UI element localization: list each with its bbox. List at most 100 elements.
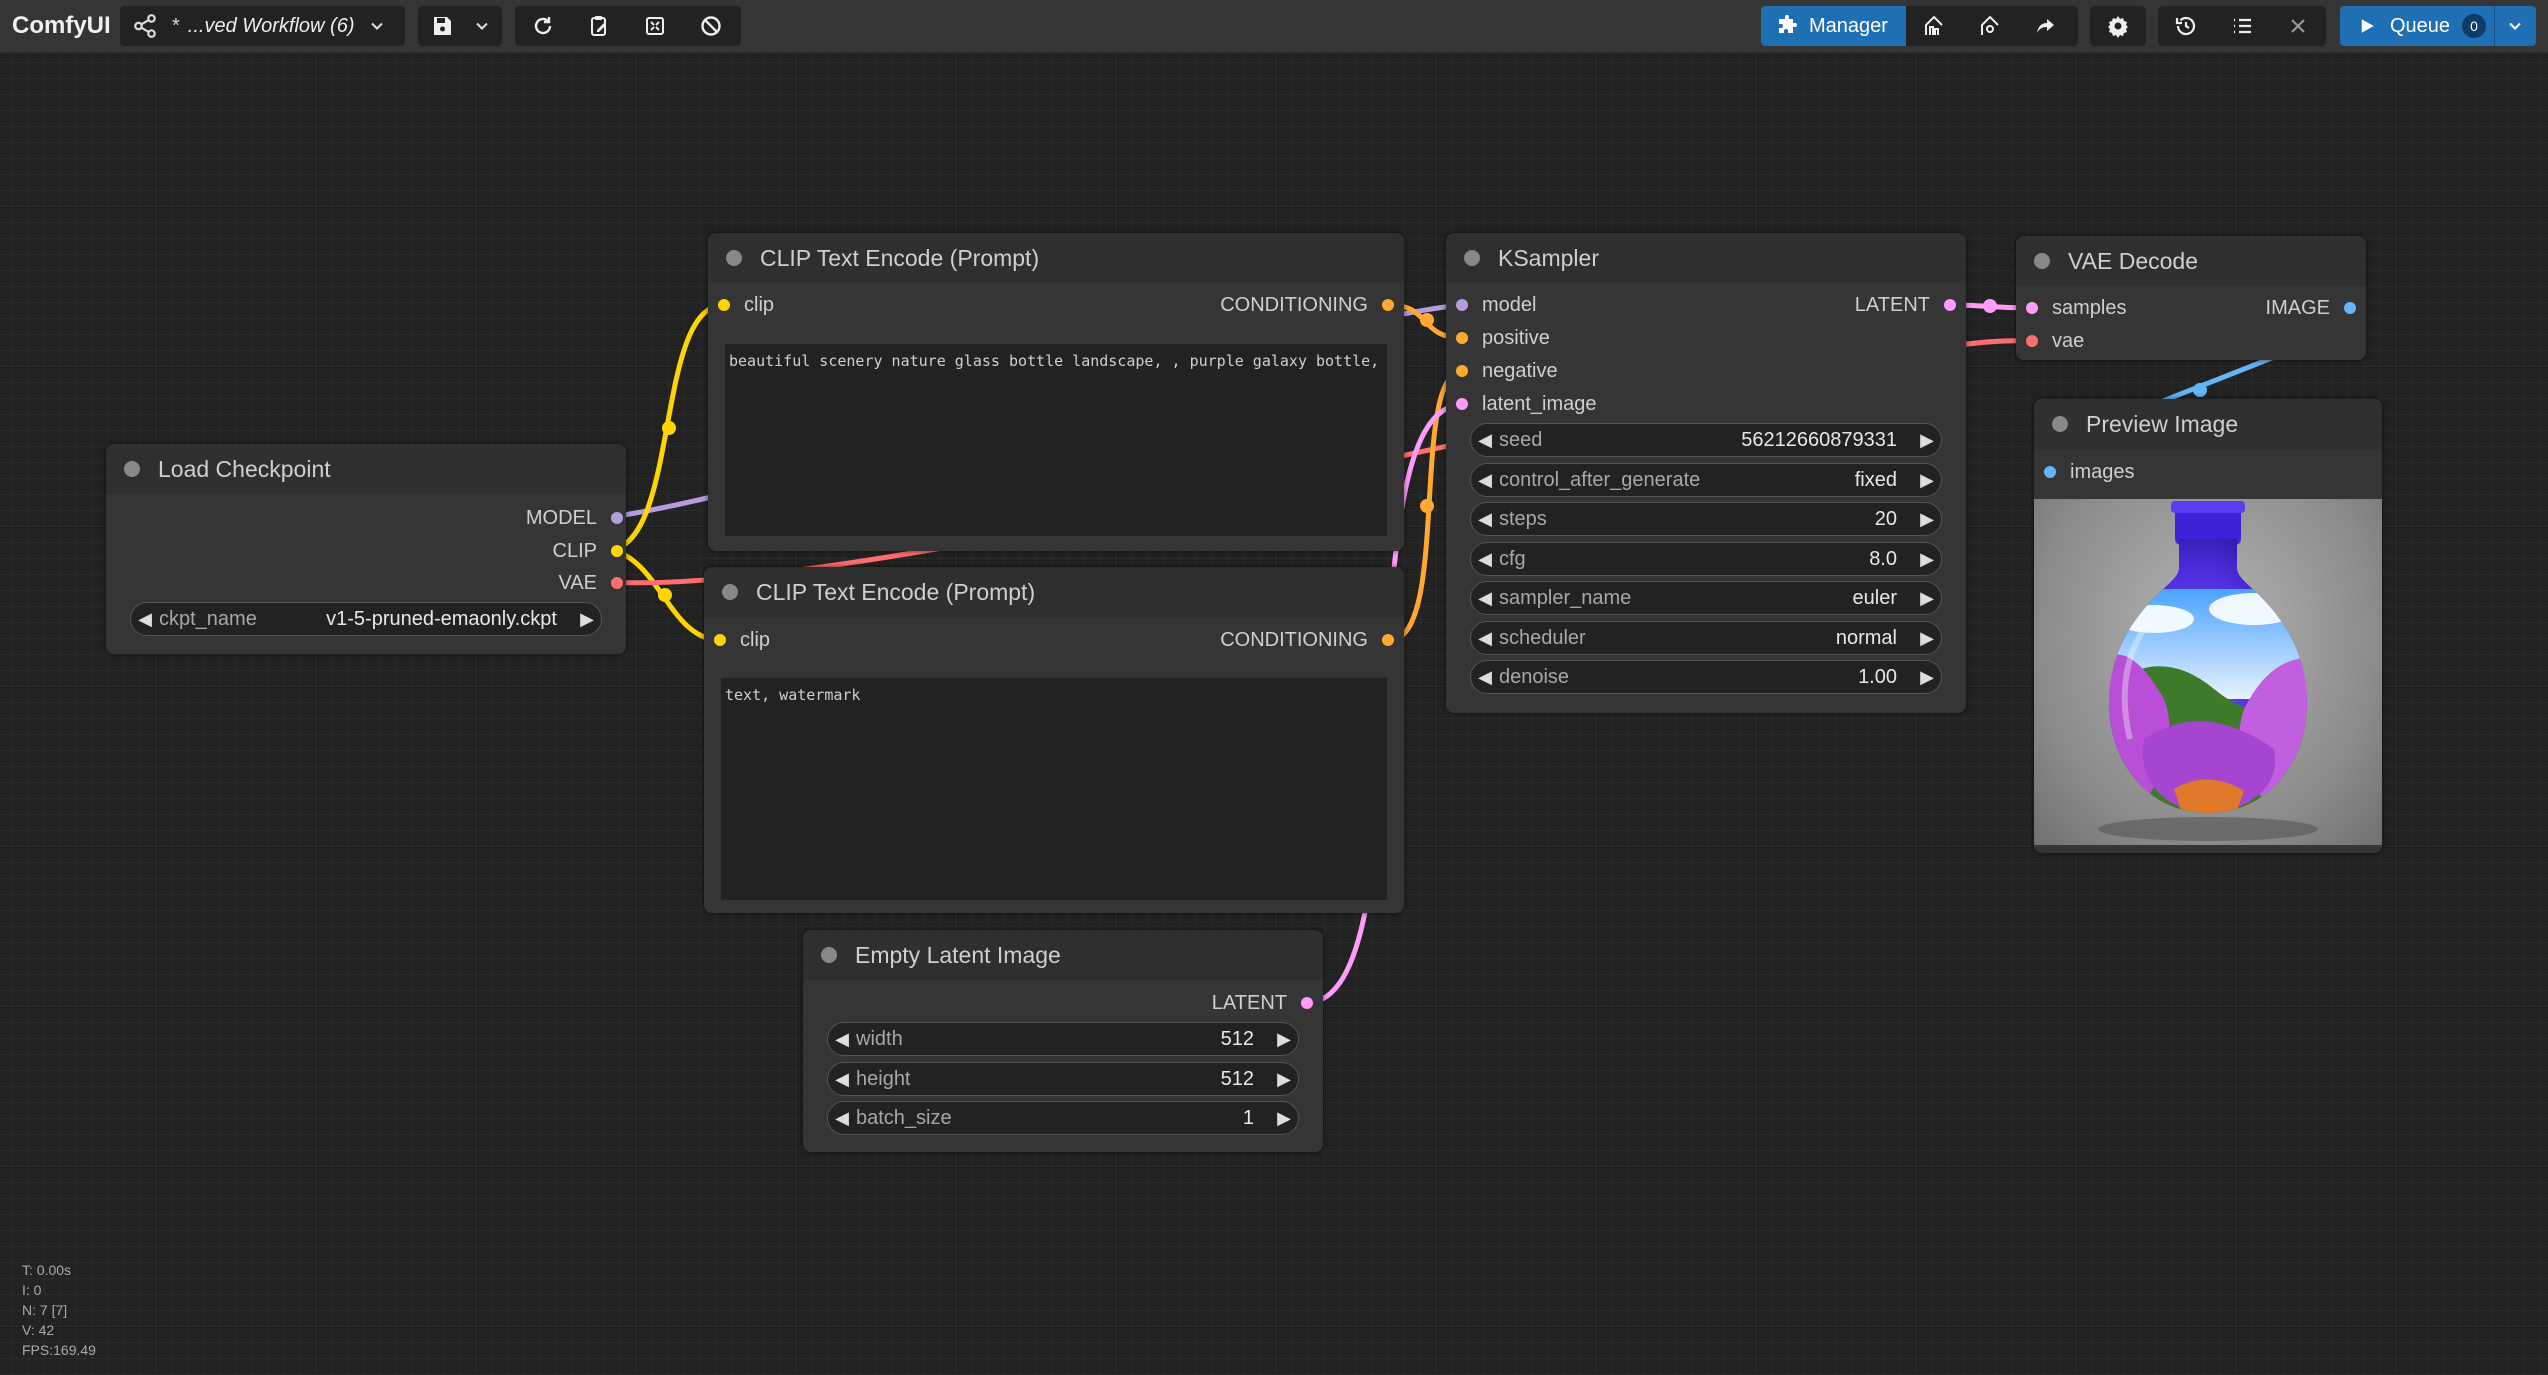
decrement-arrow[interactable]: ◀ bbox=[1471, 430, 1499, 451]
output-image[interactable]: IMAGE bbox=[2266, 295, 2356, 321]
increment-arrow[interactable]: ▶ bbox=[1913, 588, 1941, 609]
fit-view-button[interactable] bbox=[627, 6, 683, 46]
node-clip-text-encode-positive[interactable]: CLIP Text Encode (Prompt) clip CONDITION… bbox=[708, 233, 1404, 551]
output-vae[interactable]: VAE bbox=[426, 570, 626, 596]
output-latent[interactable]: LATENT bbox=[1855, 292, 1956, 318]
queue-options-button[interactable] bbox=[2495, 6, 2535, 46]
collapse-dot[interactable] bbox=[726, 250, 742, 266]
node-title-bar[interactable]: CLIP Text Encode (Prompt) bbox=[708, 233, 1404, 283]
slot-dot[interactable] bbox=[1456, 299, 1468, 311]
node-load-checkpoint[interactable]: Load Checkpoint MODEL CLIP VAE ◀ ckpt_na… bbox=[106, 444, 626, 654]
slot-dot[interactable] bbox=[2344, 302, 2356, 314]
node-title-bar[interactable]: Empty Latent Image bbox=[803, 930, 1323, 980]
history-button[interactable] bbox=[2158, 6, 2214, 46]
output-conditioning[interactable]: CONDITIONING bbox=[1220, 627, 1394, 653]
increment-arrow[interactable]: ▶ bbox=[573, 609, 601, 630]
ckpt-name-widget[interactable]: ◀ ckpt_name v1-5-pruned-emaonly.ckpt ▶ bbox=[130, 602, 602, 636]
input-images[interactable]: images bbox=[2044, 459, 2134, 485]
collapse-dot[interactable] bbox=[722, 584, 738, 600]
collapse-dot[interactable] bbox=[2052, 416, 2068, 432]
scheduler-widget[interactable]: ◀ scheduler normal ▶ bbox=[1470, 621, 1942, 655]
clear-button[interactable] bbox=[683, 6, 739, 46]
prompt-textarea[interactable]: text, watermark bbox=[720, 677, 1388, 901]
increment-arrow[interactable]: ▶ bbox=[1913, 509, 1941, 530]
slot-dot[interactable] bbox=[1456, 398, 1468, 410]
input-latent-image[interactable]: latent_image bbox=[1456, 391, 1597, 417]
slot-dot[interactable] bbox=[1382, 634, 1394, 646]
input-negative[interactable]: negative bbox=[1456, 358, 1558, 384]
slot-dot[interactable] bbox=[2026, 302, 2038, 314]
node-clip-text-encode-negative[interactable]: CLIP Text Encode (Prompt) clip CONDITION… bbox=[704, 567, 1404, 913]
node-ksampler[interactable]: KSampler model positive negative latent_… bbox=[1446, 233, 1966, 713]
workflow-selector[interactable]: * ...ved Workflow (6) bbox=[120, 6, 405, 46]
preview-image[interactable] bbox=[2034, 499, 2382, 845]
node-title-bar[interactable]: VAE Decode bbox=[2016, 236, 2366, 286]
sampler-name-widget[interactable]: ◀ sampler_name euler ▶ bbox=[1470, 581, 1942, 615]
input-clip[interactable]: clip bbox=[718, 292, 774, 318]
input-model[interactable]: model bbox=[1456, 292, 1536, 318]
output-model[interactable]: MODEL bbox=[426, 505, 626, 531]
increment-arrow[interactable]: ▶ bbox=[1913, 549, 1941, 570]
increment-arrow[interactable]: ▶ bbox=[1270, 1069, 1298, 1090]
node-title-bar[interactable]: Load Checkpoint bbox=[106, 444, 626, 494]
node-title-bar[interactable]: KSampler bbox=[1446, 233, 1966, 283]
share-button[interactable] bbox=[2018, 6, 2074, 46]
decrement-arrow[interactable]: ◀ bbox=[1471, 549, 1499, 570]
slot-dot[interactable] bbox=[1456, 332, 1468, 344]
collapse-dot[interactable] bbox=[2034, 253, 2050, 269]
decrement-arrow[interactable]: ◀ bbox=[1471, 470, 1499, 491]
steps-widget[interactable]: ◀ steps 20 ▶ bbox=[1470, 502, 1942, 536]
model-search-button[interactable] bbox=[1906, 6, 1962, 46]
decrement-arrow[interactable]: ◀ bbox=[828, 1069, 856, 1090]
queue-button[interactable]: Queue 0 bbox=[2340, 6, 2495, 46]
save-button[interactable] bbox=[418, 6, 466, 46]
height-widget[interactable]: ◀ height 512 ▶ bbox=[827, 1062, 1299, 1096]
decrement-arrow[interactable]: ◀ bbox=[1471, 628, 1499, 649]
input-positive[interactable]: positive bbox=[1456, 325, 1550, 351]
slot-dot[interactable] bbox=[611, 512, 623, 524]
batch-size-widget[interactable]: ◀ batch_size 1 ▶ bbox=[827, 1101, 1299, 1135]
settings-button[interactable] bbox=[2090, 6, 2146, 46]
slot-dot[interactable] bbox=[611, 545, 623, 557]
decrement-arrow[interactable]: ◀ bbox=[1471, 588, 1499, 609]
node-preview-image[interactable]: Preview Image images bbox=[2034, 399, 2382, 853]
width-widget[interactable]: ◀ width 512 ▶ bbox=[827, 1022, 1299, 1056]
save-options-button[interactable] bbox=[466, 6, 498, 46]
slot-dot[interactable] bbox=[1301, 997, 1313, 1009]
collapse-dot[interactable] bbox=[821, 947, 837, 963]
prompt-textarea[interactable]: beautiful scenery nature glass bottle la… bbox=[724, 343, 1388, 537]
increment-arrow[interactable]: ▶ bbox=[1913, 470, 1941, 491]
output-clip[interactable]: CLIP bbox=[426, 538, 626, 564]
decrement-arrow[interactable]: ◀ bbox=[1471, 509, 1499, 530]
decrement-arrow[interactable]: ◀ bbox=[828, 1029, 856, 1050]
output-latent[interactable]: LATENT bbox=[1212, 990, 1313, 1016]
control-after-generate-widget[interactable]: ◀ control_after_generate fixed ▶ bbox=[1470, 463, 1942, 497]
input-vae[interactable]: vae bbox=[2026, 328, 2084, 354]
slot-dot[interactable] bbox=[1944, 299, 1956, 311]
model-share-button[interactable] bbox=[1962, 6, 2018, 46]
slot-dot[interactable] bbox=[611, 577, 623, 589]
input-clip[interactable]: clip bbox=[714, 627, 770, 653]
node-empty-latent-image[interactable]: Empty Latent Image LATENT ◀ width 512 ▶ … bbox=[803, 930, 1323, 1152]
denoise-widget[interactable]: ◀ denoise 1.00 ▶ bbox=[1470, 660, 1942, 694]
collapse-dot[interactable] bbox=[124, 461, 140, 477]
output-conditioning[interactable]: CONDITIONING bbox=[1220, 292, 1394, 318]
manager-button[interactable]: Manager bbox=[1761, 6, 1906, 46]
input-samples[interactable]: samples bbox=[2026, 295, 2126, 321]
slot-dot[interactable] bbox=[2026, 335, 2038, 347]
increment-arrow[interactable]: ▶ bbox=[1913, 667, 1941, 688]
queue-list-button[interactable] bbox=[2214, 6, 2270, 46]
decrement-arrow[interactable]: ◀ bbox=[1471, 667, 1499, 688]
clipspace-button[interactable] bbox=[571, 6, 627, 46]
refresh-button[interactable] bbox=[515, 6, 571, 46]
decrement-arrow[interactable]: ◀ bbox=[828, 1108, 856, 1129]
slot-dot[interactable] bbox=[1382, 299, 1394, 311]
collapse-dot[interactable] bbox=[1464, 250, 1480, 266]
decrement-arrow[interactable]: ◀ bbox=[131, 609, 159, 630]
slot-dot[interactable] bbox=[2044, 466, 2056, 478]
node-title-bar[interactable]: Preview Image bbox=[2034, 399, 2382, 449]
node-vae-decode[interactable]: VAE Decode samples vae IMAGE bbox=[2016, 236, 2366, 360]
close-button[interactable] bbox=[2270, 6, 2326, 46]
cfg-widget[interactable]: ◀ cfg 8.0 ▶ bbox=[1470, 542, 1942, 576]
node-title-bar[interactable]: CLIP Text Encode (Prompt) bbox=[704, 567, 1404, 617]
